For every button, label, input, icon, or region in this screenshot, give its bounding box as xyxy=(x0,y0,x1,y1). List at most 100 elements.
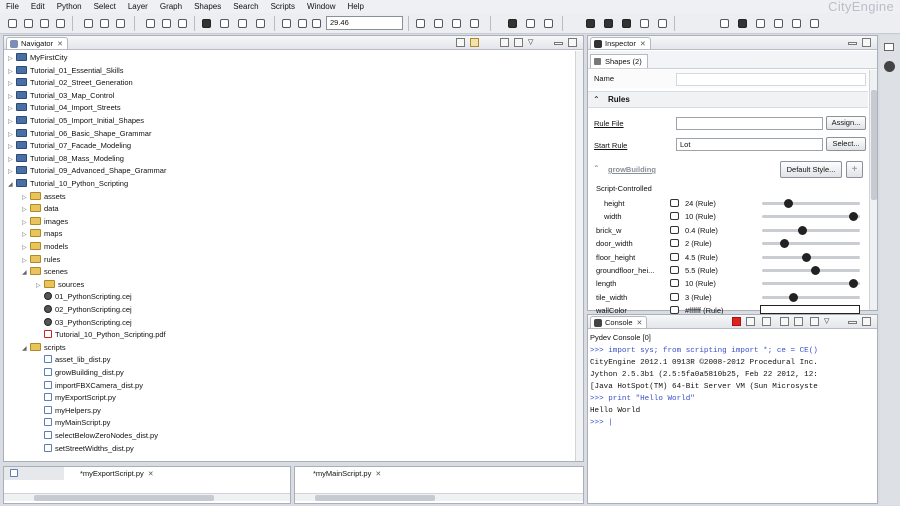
slider-knob[interactable] xyxy=(779,239,789,249)
collapsed-arrow-icon[interactable]: ▷ xyxy=(8,166,16,178)
tree-item[interactable]: myMainScript.py xyxy=(36,417,110,429)
attribute-slider[interactable] xyxy=(762,197,860,210)
connection-icon[interactable] xyxy=(670,292,679,301)
connection-icon[interactable] xyxy=(670,225,679,234)
tree-item[interactable]: ▷ Tutorial_08_Mass_Modeling xyxy=(8,153,124,165)
maximize-icon[interactable] xyxy=(568,38,577,47)
add-icon[interactable]: + xyxy=(846,161,863,178)
collapsed-arrow-icon[interactable]: ▷ xyxy=(22,204,30,216)
lock-icon[interactable] xyxy=(756,19,765,28)
nodes-icon[interactable] xyxy=(604,19,613,28)
zoom-value-input[interactable]: 29.46 xyxy=(326,16,403,30)
collapsed-arrow-icon[interactable]: ▷ xyxy=(8,116,16,128)
rules-section-header[interactable]: ⌃ Rules xyxy=(588,91,868,108)
menu-item-window[interactable]: Window xyxy=(301,0,341,13)
remove-launch-icon[interactable] xyxy=(746,317,755,326)
start-rule-field[interactable]: Lot xyxy=(676,138,823,151)
attribute-slider[interactable] xyxy=(762,264,860,277)
attribute-value[interactable]: 2 (Rule) xyxy=(685,237,755,250)
zoom-icon[interactable] xyxy=(282,19,291,28)
name-field[interactable] xyxy=(676,73,866,86)
slider-knob[interactable] xyxy=(849,279,859,289)
paste-icon[interactable] xyxy=(116,19,125,28)
connection-icon[interactable] xyxy=(670,239,679,248)
collapsed-arrow-icon[interactable]: ▷ xyxy=(22,229,30,241)
bookmark-icon[interactable] xyxy=(792,19,801,28)
editor-tab-mymainscript[interactable]: *myMainScript.py ✕ xyxy=(297,467,407,480)
select-button[interactable]: Select... xyxy=(826,137,866,151)
snap-icon[interactable] xyxy=(312,19,321,28)
tree-item[interactable]: myExportScript.py xyxy=(36,392,116,404)
attribute-slider[interactable] xyxy=(762,210,860,223)
graph-icon[interactable] xyxy=(586,19,595,28)
editor-hscroll[interactable] xyxy=(295,493,583,501)
tree-item[interactable]: ◢ scenes xyxy=(22,266,68,278)
tree-item[interactable]: growBuilding_dist.py xyxy=(36,367,124,379)
menu-item-shapes[interactable]: Shapes xyxy=(188,0,227,13)
tree-item[interactable]: ◢ Tutorial_10_Python_Scripting xyxy=(8,178,128,190)
slider-knob[interactable] xyxy=(802,252,812,262)
menu-item-scripts[interactable]: Scripts xyxy=(265,0,301,13)
perspective-icon[interactable] xyxy=(884,61,895,72)
menu-item-layer[interactable]: Layer xyxy=(122,0,154,13)
connection-icon[interactable] xyxy=(670,279,679,288)
rule-file-field[interactable] xyxy=(676,117,823,130)
minimize-icon[interactable] xyxy=(554,42,563,45)
street-tool-icon[interactable] xyxy=(416,19,425,28)
editor-hscroll[interactable] xyxy=(4,493,290,501)
terminate-icon[interactable] xyxy=(732,317,741,326)
cut-icon[interactable] xyxy=(84,19,93,28)
connection-icon[interactable] xyxy=(670,199,679,207)
start-rule-link[interactable]: Start Rule xyxy=(594,141,627,150)
expanded-arrow-icon[interactable]: ◢ xyxy=(8,179,16,191)
collapsed-arrow-icon[interactable]: ▷ xyxy=(22,192,30,204)
menu-item-edit[interactable]: Edit xyxy=(25,0,51,13)
move-icon[interactable] xyxy=(146,19,155,28)
attribute-slider[interactable] xyxy=(762,291,860,304)
close-icon[interactable]: ✕ xyxy=(148,471,154,478)
chevron-down-icon[interactable]: ▽ xyxy=(824,317,833,326)
collapsed-arrow-icon[interactable]: ▷ xyxy=(8,103,16,115)
expanded-arrow-icon[interactable]: ◢ xyxy=(22,267,30,279)
slider-knob[interactable] xyxy=(849,212,859,222)
tree-item[interactable]: 02_PythonScripting.cej xyxy=(36,304,132,316)
collapsed-arrow-icon[interactable]: ▷ xyxy=(22,217,30,229)
collapsed-arrow-icon[interactable]: ▷ xyxy=(8,66,16,78)
tree-item[interactable]: ▷ rules xyxy=(22,254,60,266)
tree-item[interactable]: ▷ models xyxy=(22,241,68,253)
console-tab[interactable]: Console ✕ xyxy=(590,316,648,328)
chevron-down-icon[interactable]: ▽ xyxy=(528,38,537,47)
tree-item[interactable]: ◢ scripts xyxy=(22,342,66,354)
close-icon[interactable]: ✕ xyxy=(57,41,63,48)
tree-item[interactable]: importFBXCamera_dist.py xyxy=(36,380,143,392)
attribute-slider[interactable] xyxy=(762,251,860,264)
attribute-slider[interactable] xyxy=(762,224,860,237)
close-icon[interactable]: ✕ xyxy=(637,320,643,327)
menu-item-help[interactable]: Help xyxy=(341,0,369,13)
frame-icon[interactable] xyxy=(238,19,247,28)
collapsed-arrow-icon[interactable]: ▷ xyxy=(22,255,30,267)
render-icon[interactable] xyxy=(738,19,747,28)
select-arrow-icon[interactable] xyxy=(202,19,211,28)
connection-icon[interactable] xyxy=(670,212,679,221)
editor-tab-icon[interactable] xyxy=(4,467,64,480)
maximize-icon[interactable] xyxy=(862,317,871,326)
menu-item-search[interactable]: Search xyxy=(227,0,264,13)
tree-item[interactable]: ▷ Tutorial_01_Essential_Skills xyxy=(8,65,124,77)
menu-item-graph[interactable]: Graph xyxy=(154,0,188,13)
tree-item[interactable]: ▷ assets xyxy=(22,191,66,203)
tree-item[interactable]: Tutorial_10_Python_Scripting.pdf xyxy=(36,329,166,341)
view-icon[interactable] xyxy=(720,19,729,28)
collapsed-arrow-icon[interactable]: ▷ xyxy=(8,91,16,103)
console-output[interactable]: >>> import sys; from scripting import *;… xyxy=(590,345,873,429)
copy-icon[interactable] xyxy=(100,19,109,28)
camera-icon[interactable] xyxy=(774,19,783,28)
tree-item[interactable]: ▷ Tutorial_09_Advanced_Shape_Grammar xyxy=(8,165,166,177)
view-menu-icon[interactable] xyxy=(500,38,509,47)
attribute-value[interactable]: 4.5 (Rule) xyxy=(685,251,755,264)
tree-item[interactable]: ▷ Tutorial_05_Import_Initial_Shapes xyxy=(8,115,144,127)
assign-button[interactable]: Assign... xyxy=(826,116,866,130)
measure-icon[interactable] xyxy=(298,19,307,28)
cleanup-icon[interactable] xyxy=(470,19,479,28)
editor-tab-myexportscript[interactable]: *myExportScript.py ✕ xyxy=(64,467,184,480)
